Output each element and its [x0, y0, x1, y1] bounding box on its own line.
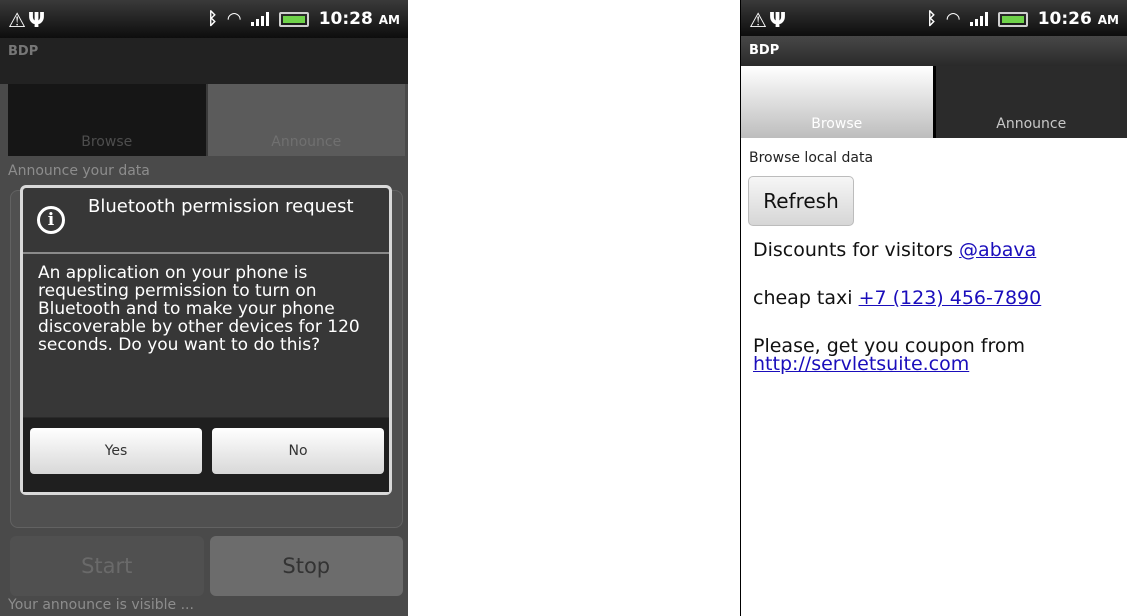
url-link[interactable]: http://servletsuite.com: [753, 353, 969, 375]
dialog-message: An application on your phone is requesti…: [38, 263, 360, 355]
screen-subtitle: Browse local data: [749, 150, 874, 166]
dialog-header: i Bluetooth permission request: [23, 188, 389, 250]
battery-icon: [278, 11, 309, 27]
phone-link[interactable]: +7 (123) 456-7890: [859, 287, 1042, 309]
wifi-icon: ◠: [946, 9, 960, 29]
list-item: Discounts for visitors @abava: [753, 239, 1037, 261]
dialog-title: Bluetooth permission request: [88, 196, 354, 217]
clock: 10:26 AM: [1037, 9, 1119, 29]
tab-announce[interactable]: Announce: [205, 84, 405, 156]
refresh-button[interactable]: Refresh: [748, 176, 854, 226]
dialog-divider: [23, 252, 389, 254]
status-message: Your announce is visible ...: [8, 597, 194, 613]
yes-button[interactable]: Yes: [30, 428, 202, 474]
list-item: cheap taxi +7 (123) 456-7890: [753, 287, 1042, 309]
tab-bar: Browse Announce: [741, 66, 1127, 138]
bluetooth-icon: ᛒ: [207, 9, 218, 29]
tab-browse[interactable]: Browse: [8, 84, 206, 156]
list-item: Please, get you coupon from http://servl…: [753, 335, 1026, 375]
status-bar: ⚠Ψ ᛒ ◠ 10:28 AM: [0, 0, 408, 38]
info-icon: i: [37, 206, 65, 234]
clock: 10:28 AM: [318, 9, 400, 29]
right-phone-screen: ⚠Ψ ᛒ ◠ 10:26 AM BDP Browse Announce Brow…: [740, 0, 1127, 616]
notification-icons: ⚠Ψ: [8, 8, 47, 32]
app-title: BDP: [0, 38, 408, 84]
stop-button[interactable]: Stop: [209, 536, 403, 596]
left-phone-screen: ⚠Ψ ᛒ ◠ 10:28 AM BDP Browse Announce Anno…: [0, 0, 408, 616]
start-button[interactable]: Start: [10, 536, 204, 596]
signal-icon: [250, 12, 269, 26]
tab-announce[interactable]: Announce: [935, 66, 1127, 138]
no-button[interactable]: No: [212, 428, 384, 474]
wifi-icon: ◠: [227, 9, 241, 29]
warning-icon: ⚠: [8, 8, 28, 32]
bluetooth-icon: ᛒ: [926, 9, 937, 29]
battery-icon: [997, 11, 1028, 27]
usb-icon: Ψ: [768, 8, 788, 32]
app-title: BDP: [741, 36, 1127, 66]
status-bar: ⚠Ψ ᛒ ◠ 10:26 AM: [741, 0, 1127, 36]
signal-icon: [969, 12, 988, 26]
dialog-button-bar: Yes No: [23, 417, 389, 492]
notification-icons: ⚠Ψ: [749, 8, 788, 32]
warning-icon: ⚠: [749, 8, 769, 32]
screen-subtitle: Announce your data: [8, 163, 150, 179]
bluetooth-permission-dialog: i Bluetooth permission request An applic…: [20, 185, 392, 495]
tab-bar: Browse Announce: [8, 84, 405, 156]
message-link[interactable]: @abava: [959, 239, 1036, 261]
action-buttons: Start Stop: [10, 536, 403, 596]
tab-browse[interactable]: Browse: [741, 66, 936, 138]
usb-icon: Ψ: [27, 8, 47, 32]
